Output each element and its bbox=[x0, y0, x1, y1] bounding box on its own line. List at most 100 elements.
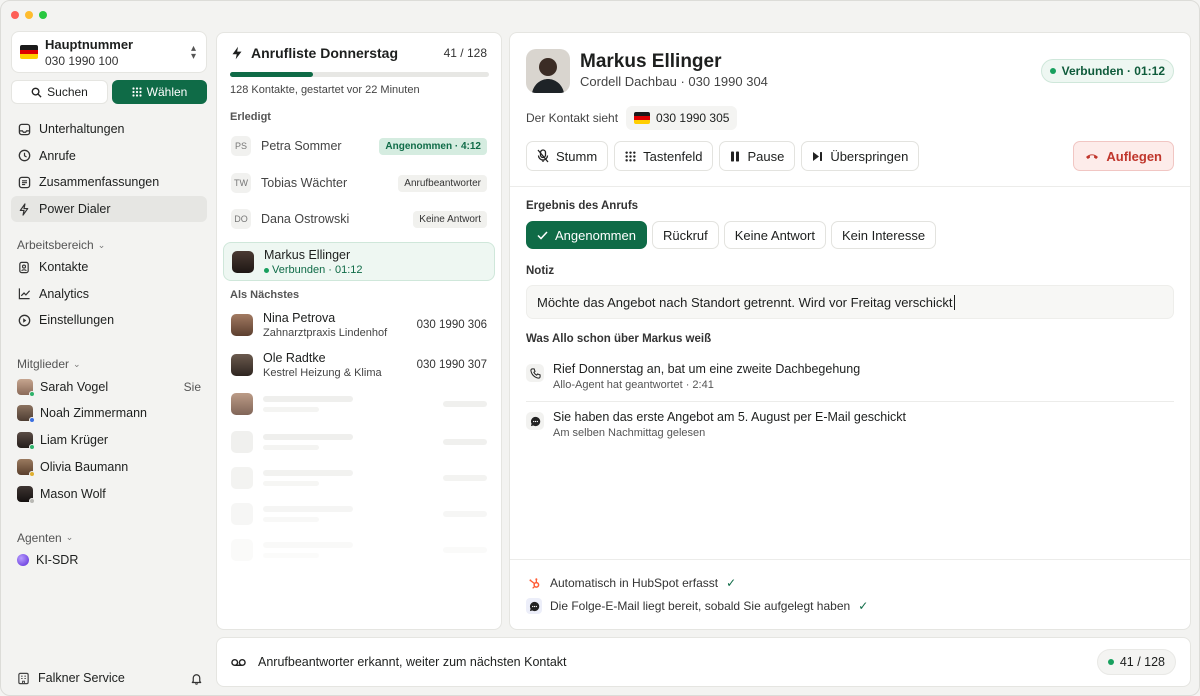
dial-button[interactable]: Wählen bbox=[112, 80, 207, 104]
agent-item[interactable]: KI-SDR bbox=[11, 547, 207, 574]
divider bbox=[510, 186, 1190, 187]
call-status-text: Verbunden · 01:12 bbox=[272, 263, 363, 276]
chevron-down-icon: ⌄ bbox=[73, 358, 81, 369]
chart-icon bbox=[17, 287, 31, 301]
contact-phone: 030 1990 307 bbox=[416, 359, 487, 371]
contacts-icon bbox=[17, 260, 31, 274]
main-nav: Unterhaltungen Anrufe Zusammenfassungen … bbox=[11, 116, 207, 223]
nav-item-contacts[interactable]: Kontakte bbox=[11, 254, 207, 280]
progress-count: 41 / 128 bbox=[1119, 655, 1165, 669]
status-badge: Keine Antwort bbox=[413, 210, 487, 228]
follow-up-email-status: Die Folge-E-Mail liegt bereit, sobald Si… bbox=[526, 598, 868, 614]
list-item[interactable]: PS Petra Sommer Angenommen · 4:12 bbox=[223, 127, 495, 165]
contact-name: Ole Radtke bbox=[263, 351, 326, 365]
section-title: Agenten bbox=[17, 530, 62, 545]
hangup-button[interactable]: Auflegen bbox=[1073, 141, 1174, 171]
pause-label: Pause bbox=[747, 148, 785, 164]
window-controls bbox=[11, 11, 47, 19]
search-button[interactable]: Suchen bbox=[11, 80, 108, 104]
company-name[interactable]: Falkner Service bbox=[38, 671, 125, 685]
note-input[interactable]: Möchte das Angebot nach Standort getrenn… bbox=[526, 285, 1174, 319]
member-item[interactable]: Olivia Baumann bbox=[11, 454, 207, 481]
avatar bbox=[231, 354, 253, 376]
list-item-current[interactable]: Markus Ellinger Verbunden · 01:12 bbox=[223, 242, 495, 281]
list-item[interactable]: DO Dana Ostrowski Keine Antwort bbox=[223, 200, 495, 238]
mute-button[interactable]: Stumm bbox=[526, 141, 609, 171]
skip-button[interactable]: Überspringen bbox=[801, 141, 920, 171]
result-callback-button[interactable]: Rückruf bbox=[651, 221, 719, 249]
status-dot bbox=[1049, 68, 1056, 74]
workspace-section-toggle[interactable]: Arbeitsbereich ⌄ bbox=[11, 236, 207, 254]
result-no-interest-button[interactable]: Kein Interesse bbox=[830, 221, 937, 249]
skeleton-row bbox=[231, 429, 487, 455]
call-list-subtitle: 128 Kontakte, gestartet vor 22 Minuten bbox=[230, 84, 420, 96]
call-list-progress bbox=[230, 72, 489, 77]
close-window-button[interactable] bbox=[11, 11, 19, 19]
member-item[interactable]: Sarah Vogel Sie bbox=[11, 373, 207, 400]
result-no-answer-button[interactable]: Keine Antwort bbox=[723, 221, 826, 249]
agents-section-toggle[interactable]: Agenten ⌄ bbox=[11, 529, 207, 547]
result-label: Kein Interesse bbox=[841, 227, 926, 243]
nav-item-summaries[interactable]: Zusammenfassungen bbox=[11, 169, 207, 195]
status-dot bbox=[29, 470, 35, 477]
nav-label: Einstellungen bbox=[39, 313, 115, 328]
pause-button[interactable]: Pause bbox=[719, 141, 796, 171]
caller-id-chip[interactable]: 030 1990 305 bbox=[626, 106, 738, 130]
call-status: Verbunden · 01:12 bbox=[264, 264, 363, 276]
maximize-window-button[interactable] bbox=[39, 11, 47, 19]
members-section-toggle[interactable]: Mitglieder ⌄ bbox=[11, 355, 207, 373]
divider bbox=[510, 559, 1190, 560]
caller-id-number: 030 1990 305 bbox=[656, 111, 730, 125]
member-item[interactable]: Mason Wolf bbox=[11, 480, 207, 507]
nav-item-calls[interactable]: Anrufe bbox=[11, 143, 207, 169]
nav-item-settings[interactable]: Einstellungen bbox=[11, 307, 207, 333]
list-item[interactable]: Nina Petrova Zahnarztpraxis Lindenhof 03… bbox=[223, 306, 495, 344]
connection-status-text: Verbunden · 01:12 bbox=[1061, 64, 1165, 78]
status-dot bbox=[264, 267, 269, 273]
nav-item-power-dialer[interactable]: Power Dialer bbox=[11, 196, 207, 223]
bolt-icon bbox=[17, 202, 31, 216]
nav-label: Unterhaltungen bbox=[39, 122, 125, 136]
member-name: Olivia Baumann bbox=[40, 459, 129, 474]
account-switcher[interactable]: Hauptnummer 030 1990 100 ▴ ▾ bbox=[11, 31, 207, 73]
status-dot bbox=[29, 497, 35, 504]
contact-name: Markus Ellinger bbox=[264, 247, 351, 262]
app-window: Hauptnummer 030 1990 100 ▴ ▾ Suchen Wähle… bbox=[0, 0, 1200, 696]
list-item[interactable]: TW Tobias Wächter Anrufbeantworter bbox=[223, 164, 495, 202]
status-dot bbox=[29, 444, 35, 451]
minimize-window-button[interactable] bbox=[25, 11, 33, 19]
building-icon bbox=[18, 672, 29, 684]
member-item[interactable]: Noah Zimmermann bbox=[11, 400, 207, 427]
status-badge: Angenommen · 4:12 bbox=[379, 137, 487, 155]
knowledge-section-label: Was Allo schon über Markus weiß bbox=[526, 333, 712, 345]
avatar bbox=[231, 314, 253, 336]
bell-icon[interactable] bbox=[190, 672, 203, 685]
list-item[interactable]: Ole Radtke Kestrel Heizung & Klima 030 1… bbox=[223, 346, 495, 384]
call-controls: Stumm Tastenfeld Pause Überspringen bbox=[526, 141, 920, 171]
keypad-button[interactable]: Tastenfeld bbox=[614, 141, 714, 171]
dial-label: Wählen bbox=[146, 85, 188, 99]
result-answered-button[interactable]: Angenommen bbox=[526, 221, 647, 249]
knowledge-item: Rief Donnerstag an, bat um eine zweite D… bbox=[526, 362, 1174, 391]
de-flag-icon bbox=[634, 112, 651, 124]
pause-icon bbox=[731, 151, 740, 161]
initials-avatar: PS bbox=[231, 136, 251, 156]
member-name: Sarah Vogel bbox=[40, 379, 109, 394]
result-label: Keine Antwort bbox=[734, 227, 815, 243]
check-icon: ✓ bbox=[858, 599, 869, 613]
knowledge-subtitle: Allo-Agent hat geantwortet · 2:41 bbox=[553, 379, 714, 391]
bolt-icon bbox=[232, 46, 242, 60]
contact-name: Markus Ellinger bbox=[580, 51, 722, 72]
contact-name: Nina Petrova bbox=[263, 311, 336, 325]
chevron-updown-icon: ▴ ▾ bbox=[190, 43, 196, 62]
member-item[interactable]: Liam Krüger bbox=[11, 427, 207, 454]
nav-item-analytics[interactable]: Analytics bbox=[11, 281, 207, 307]
initials-avatar: DO bbox=[231, 209, 251, 229]
avatar bbox=[17, 378, 35, 397]
status-message: Anrufbeantworter erkannt, weiter zum näc… bbox=[258, 655, 567, 669]
connection-status-badge: Verbunden · 01:12 bbox=[1040, 59, 1174, 83]
nav-item-conversations[interactable]: Unterhaltungen bbox=[11, 116, 207, 142]
contact-avatar bbox=[526, 49, 570, 93]
member-name: Noah Zimmermann bbox=[40, 406, 147, 421]
footer-text: Automatisch in HubSpot erfasst bbox=[550, 576, 719, 590]
